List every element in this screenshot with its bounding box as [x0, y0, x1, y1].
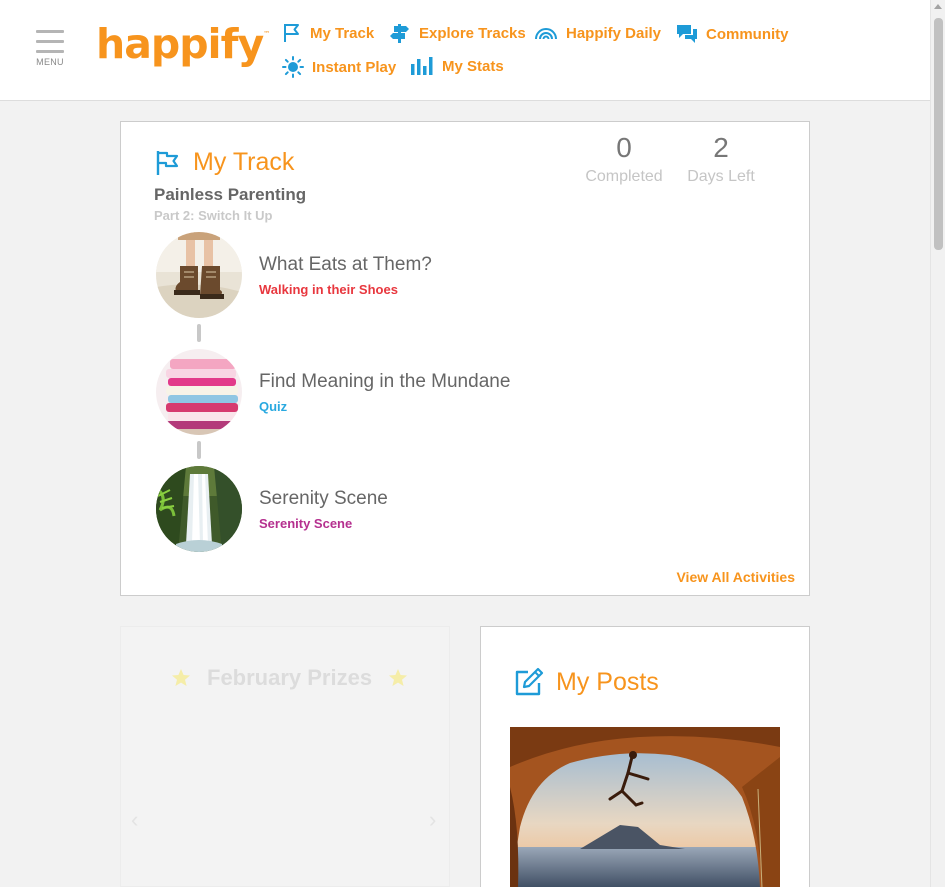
stat-days-left: 2 Days Left [687, 132, 755, 185]
activity-connector [197, 441, 201, 459]
signpost-icon [390, 24, 409, 43]
activity-title: Serenity Scene [259, 487, 388, 509]
activity-item[interactable]: Find Meaning in the Mundane Quiz [156, 349, 510, 435]
flag-icon [284, 24, 299, 42]
activity-connector [197, 324, 201, 342]
nav-instant-play[interactable]: Instant Play [282, 56, 396, 78]
menu-label: MENU [36, 57, 64, 67]
nav-my-track[interactable]: My Track [282, 23, 374, 43]
chat-bubbles-icon [677, 25, 697, 43]
nav-happify-daily[interactable]: Happify Daily [534, 23, 661, 43]
prizes-heading: February Prizes [171, 665, 408, 691]
star-icon [172, 669, 190, 686]
my-track-card: My Track Painless Parenting Part 2: Swit… [120, 121, 810, 596]
nav-my-stats[interactable]: My Stats [410, 56, 504, 76]
rainbow-icon [535, 28, 557, 40]
waterfall-photo [156, 466, 242, 552]
nav-explore-tracks[interactable]: Explore Tracks [389, 23, 526, 43]
track-part: Part 2: Switch It Up [154, 208, 273, 223]
chevron-left-icon[interactable]: ‹ [131, 807, 138, 833]
my-posts-heading: My Posts [514, 667, 659, 697]
my-track-heading: My Track [155, 148, 294, 177]
happify-logo[interactable]: happify™ [96, 20, 270, 68]
folded-clothes-photo [156, 349, 242, 435]
activity-subtitle: Quiz [259, 398, 288, 414]
sun-icon [282, 56, 304, 78]
activity-subtitle: Walking in their Shoes [259, 281, 398, 297]
my-posts-card: My Posts [480, 626, 810, 887]
boots-photo [156, 232, 242, 318]
bar-chart-icon [411, 57, 433, 75]
scroll-up-arrow-icon[interactable] [934, 4, 942, 9]
activity-item[interactable]: Serenity Scene Serenity Scene [156, 466, 388, 552]
scrollbar-thumb[interactable] [934, 18, 943, 250]
top-header: MENU happify™ My Track Explore Tracks Ha… [0, 0, 930, 101]
activity-title: What Eats at Them? [259, 253, 432, 275]
stat-completed: 0 Completed [585, 132, 663, 185]
view-all-activities-link[interactable]: View All Activities [676, 569, 795, 585]
star-icon [389, 669, 408, 686]
chevron-right-icon[interactable]: › [429, 807, 436, 833]
climber-photo[interactable] [510, 727, 780, 887]
flag-icon [156, 150, 179, 175]
track-name: Painless Parenting [154, 185, 307, 204]
nav-community[interactable]: Community [676, 23, 789, 45]
activity-title: Find Meaning in the Mundane [259, 370, 511, 392]
page-scrollbar[interactable] [930, 0, 945, 887]
edit-icon [515, 667, 544, 696]
february-prizes-card: February Prizes ‹ › [120, 626, 450, 887]
activity-item[interactable]: What Eats at Them? Walking in their Shoe… [156, 232, 432, 318]
menu-button[interactable]: MENU [36, 30, 64, 67]
activity-subtitle: Serenity Scene [259, 515, 353, 531]
hamburger-icon-bar [36, 30, 64, 33]
